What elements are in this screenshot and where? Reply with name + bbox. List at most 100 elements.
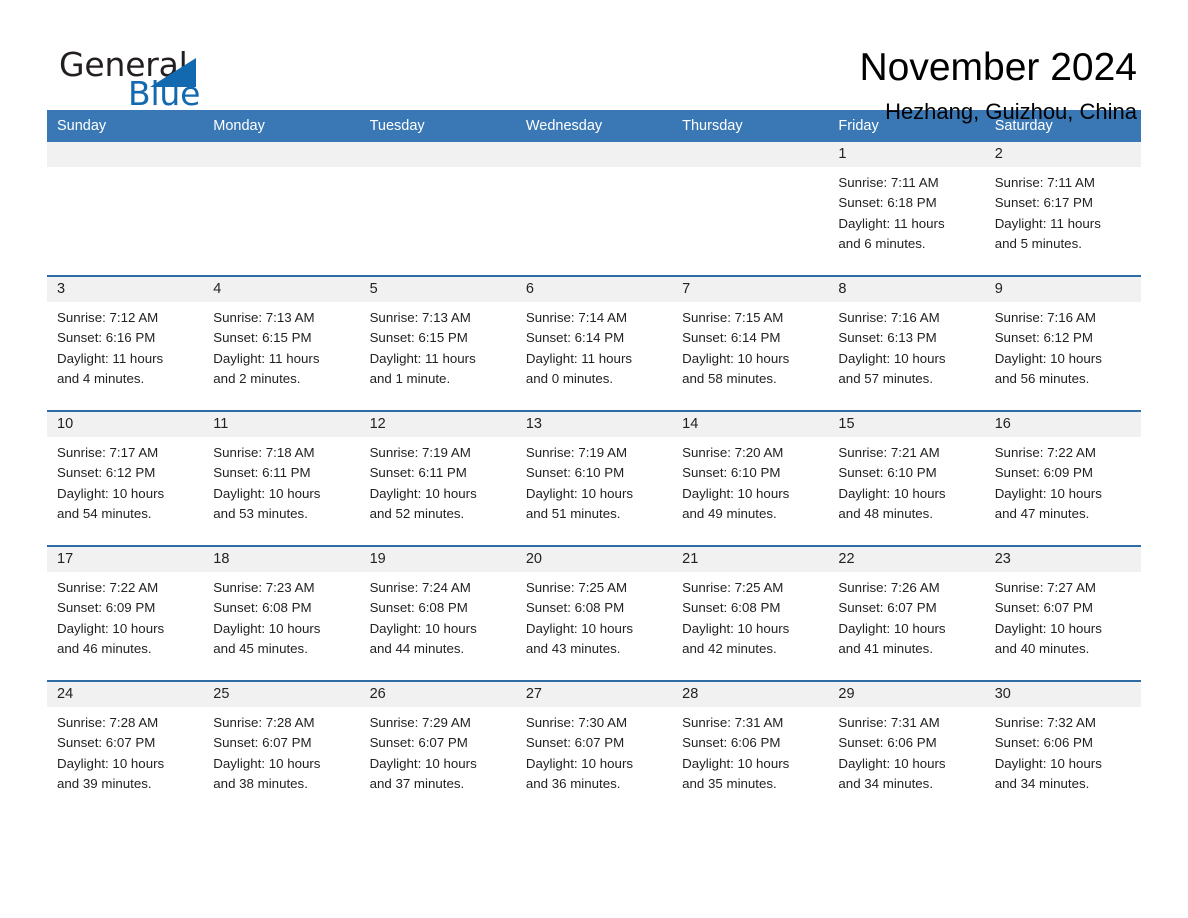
day-details: Sunrise: 7:21 AM Sunset: 6:10 PM Dayligh… (828, 437, 984, 524)
day-cell[interactable] (515, 142, 673, 276)
logo-text-blue: Blue (128, 74, 201, 113)
generalblue-logo[interactable]: General Blue (47, 45, 247, 115)
day-details: Sunrise: 7:23 AM Sunset: 6:08 PM Dayligh… (203, 572, 359, 659)
daylight-text-line1: Daylight: 11 hours (525, 350, 633, 366)
sunset-text: Sunset: 6:08 PM (682, 600, 781, 616)
day-cell[interactable]: 17 Sunrise: 7:22 AM Sunset: 6:09 PM Dayl… (47, 545, 204, 681)
day-cell[interactable]: 11 Sunrise: 7:18 AM Sunset: 6:11 PM Dayl… (203, 410, 360, 546)
day-cell[interactable]: 24 Sunrise: 7:28 AM Sunset: 6:07 PM Dayl… (47, 680, 204, 815)
day-number: 23 (984, 547, 1141, 572)
daylight-text-line1: Daylight: 10 hours (838, 485, 946, 501)
day-number: 5 (359, 277, 516, 302)
day-details: Sunrise: 7:28 AM Sunset: 6:07 PM Dayligh… (47, 707, 203, 794)
day-header-wednesday: Wednesday (515, 110, 673, 142)
daylight-text-line2: and 34 minutes. (838, 775, 934, 791)
day-cell[interactable]: 22 Sunrise: 7:26 AM Sunset: 6:07 PM Dayl… (828, 545, 985, 681)
daylight-text-line2: and 35 minutes. (682, 775, 777, 791)
day-cell[interactable]: 19 Sunrise: 7:24 AM Sunset: 6:08 PM Dayl… (359, 545, 516, 681)
day-cell-inner: 30 Sunrise: 7:32 AM Sunset: 6:06 PM Dayl… (984, 682, 1141, 815)
sunrise-text: Sunrise: 7:16 AM (994, 310, 1096, 325)
day-cell[interactable]: 30 Sunrise: 7:32 AM Sunset: 6:06 PM Dayl… (984, 680, 1141, 815)
day-cell-inner: 13 Sunrise: 7:19 AM Sunset: 6:10 PM Dayl… (515, 412, 673, 545)
day-number: 27 (515, 682, 673, 707)
daylight-text-line1: Daylight: 11 hours (838, 215, 945, 231)
day-number: 3 (47, 277, 204, 302)
day-details: Sunrise: 7:32 AM Sunset: 6:06 PM Dayligh… (985, 707, 1141, 794)
day-cell[interactable]: 21 Sunrise: 7:25 AM Sunset: 6:08 PM Dayl… (672, 545, 829, 681)
day-cell[interactable]: 13 Sunrise: 7:19 AM Sunset: 6:10 PM Dayl… (515, 410, 673, 546)
sunset-text: Sunset: 6:07 PM (994, 600, 1093, 616)
day-cell[interactable]: 6 Sunrise: 7:14 AM Sunset: 6:14 PM Dayli… (515, 275, 673, 411)
daylight-text-line1: Daylight: 10 hours (838, 755, 946, 771)
day-details: Sunrise: 7:13 AM Sunset: 6:15 PM Dayligh… (360, 302, 516, 389)
sunset-text: Sunset: 6:08 PM (525, 600, 625, 616)
day-cell[interactable]: 2 Sunrise: 7:11 AM Sunset: 6:17 PM Dayli… (984, 142, 1141, 276)
day-cell-inner (515, 142, 673, 275)
day-cell[interactable]: 7 Sunrise: 7:15 AM Sunset: 6:14 PM Dayli… (672, 275, 829, 411)
sunset-text: Sunset: 6:09 PM (994, 465, 1093, 481)
day-cell[interactable]: 10 Sunrise: 7:17 AM Sunset: 6:12 PM Dayl… (47, 410, 204, 546)
day-number: 15 (828, 412, 985, 437)
week-row: 10 Sunrise: 7:17 AM Sunset: 6:12 PM Dayl… (47, 410, 1141, 546)
day-cell[interactable]: 20 Sunrise: 7:25 AM Sunset: 6:08 PM Dayl… (515, 545, 673, 681)
sunrise-text: Sunrise: 7:23 AM (213, 580, 315, 595)
day-cell[interactable]: 3 Sunrise: 7:12 AM Sunset: 6:16 PM Dayli… (47, 275, 204, 411)
day-cell-inner: 6 Sunrise: 7:14 AM Sunset: 6:14 PM Dayli… (515, 277, 673, 410)
sunrise-text: Sunrise: 7:11 AM (838, 175, 939, 190)
sunrise-text: Sunrise: 7:28 AM (213, 715, 315, 730)
day-cell[interactable]: 15 Sunrise: 7:21 AM Sunset: 6:10 PM Dayl… (828, 410, 985, 546)
day-cell[interactable]: 28 Sunrise: 7:31 AM Sunset: 6:06 PM Dayl… (672, 680, 829, 815)
sunrise-text: Sunrise: 7:16 AM (838, 310, 940, 325)
day-cell[interactable]: 1 Sunrise: 7:11 AM Sunset: 6:18 PM Dayli… (828, 142, 985, 276)
calendar-page: General Blue November 2024 Hezhang, Guiz… (0, 0, 1188, 918)
daylight-text-line2: and 58 minutes. (682, 370, 777, 386)
day-number: 12 (359, 412, 516, 437)
day-cell[interactable]: 8 Sunrise: 7:16 AM Sunset: 6:13 PM Dayli… (828, 275, 985, 411)
daylight-text-line1: Daylight: 10 hours (994, 620, 1102, 636)
day-cell[interactable]: 16 Sunrise: 7:22 AM Sunset: 6:09 PM Dayl… (984, 410, 1141, 546)
day-cell[interactable]: 14 Sunrise: 7:20 AM Sunset: 6:10 PM Dayl… (672, 410, 829, 546)
daylight-text-line2: and 39 minutes. (57, 775, 152, 791)
day-number: 22 (828, 547, 985, 572)
day-cell[interactable]: 25 Sunrise: 7:28 AM Sunset: 6:07 PM Dayl… (203, 680, 360, 815)
day-cell[interactable]: 5 Sunrise: 7:13 AM Sunset: 6:15 PM Dayli… (359, 275, 516, 411)
day-cell-inner: 20 Sunrise: 7:25 AM Sunset: 6:08 PM Dayl… (515, 547, 673, 680)
daylight-text-line2: and 1 minute. (369, 370, 451, 386)
day-details: Sunrise: 7:28 AM Sunset: 6:07 PM Dayligh… (203, 707, 359, 794)
day-cell[interactable] (359, 142, 516, 276)
sunrise-text: Sunrise: 7:13 AM (369, 310, 471, 325)
daylight-text-line2: and 48 minutes. (838, 505, 934, 521)
day-cell-inner: 24 Sunrise: 7:28 AM Sunset: 6:07 PM Dayl… (47, 682, 204, 815)
day-cell[interactable]: 4 Sunrise: 7:13 AM Sunset: 6:15 PM Dayli… (203, 275, 360, 411)
sunset-text: Sunset: 6:16 PM (57, 330, 156, 346)
day-cell[interactable]: 27 Sunrise: 7:30 AM Sunset: 6:07 PM Dayl… (515, 680, 673, 815)
day-cell[interactable]: 23 Sunrise: 7:27 AM Sunset: 6:07 PM Dayl… (984, 545, 1141, 681)
day-number: 28 (672, 682, 829, 707)
day-details: Sunrise: 7:24 AM Sunset: 6:08 PM Dayligh… (360, 572, 516, 659)
day-number: 29 (828, 682, 985, 707)
day-cell-inner: 26 Sunrise: 7:29 AM Sunset: 6:07 PM Dayl… (359, 682, 516, 815)
day-cell[interactable] (47, 142, 204, 276)
day-cell-inner: 15 Sunrise: 7:21 AM Sunset: 6:10 PM Dayl… (828, 412, 985, 545)
daylight-text-line1: Daylight: 10 hours (838, 350, 946, 366)
day-cell[interactable] (203, 142, 360, 276)
sunrise-text: Sunrise: 7:32 AM (994, 715, 1096, 730)
calendar-table: Sunday Monday Tuesday Wednesday Thursday… (47, 110, 1141, 815)
day-cell[interactable] (672, 142, 829, 276)
day-cell[interactable]: 18 Sunrise: 7:23 AM Sunset: 6:08 PM Dayl… (203, 545, 360, 681)
sunrise-text: Sunrise: 7:22 AM (57, 580, 159, 595)
day-cell[interactable]: 26 Sunrise: 7:29 AM Sunset: 6:07 PM Dayl… (359, 680, 516, 815)
day-cell[interactable]: 29 Sunrise: 7:31 AM Sunset: 6:06 PM Dayl… (828, 680, 985, 815)
day-number (203, 142, 360, 167)
day-cell-inner: 21 Sunrise: 7:25 AM Sunset: 6:08 PM Dayl… (672, 547, 829, 680)
daylight-text-line1: Daylight: 10 hours (57, 485, 165, 501)
sunrise-text: Sunrise: 7:30 AM (525, 715, 628, 730)
daylight-text-line2: and 54 minutes. (57, 505, 152, 521)
day-details: Sunrise: 7:31 AM Sunset: 6:06 PM Dayligh… (828, 707, 984, 794)
day-header-thursday: Thursday (672, 110, 829, 142)
day-cell[interactable]: 9 Sunrise: 7:16 AM Sunset: 6:12 PM Dayli… (984, 275, 1141, 411)
day-details: Sunrise: 7:16 AM Sunset: 6:13 PM Dayligh… (828, 302, 984, 389)
daylight-text-line2: and 5 minutes. (994, 235, 1082, 251)
day-number: 24 (47, 682, 204, 707)
day-cell[interactable]: 12 Sunrise: 7:19 AM Sunset: 6:11 PM Dayl… (359, 410, 516, 546)
